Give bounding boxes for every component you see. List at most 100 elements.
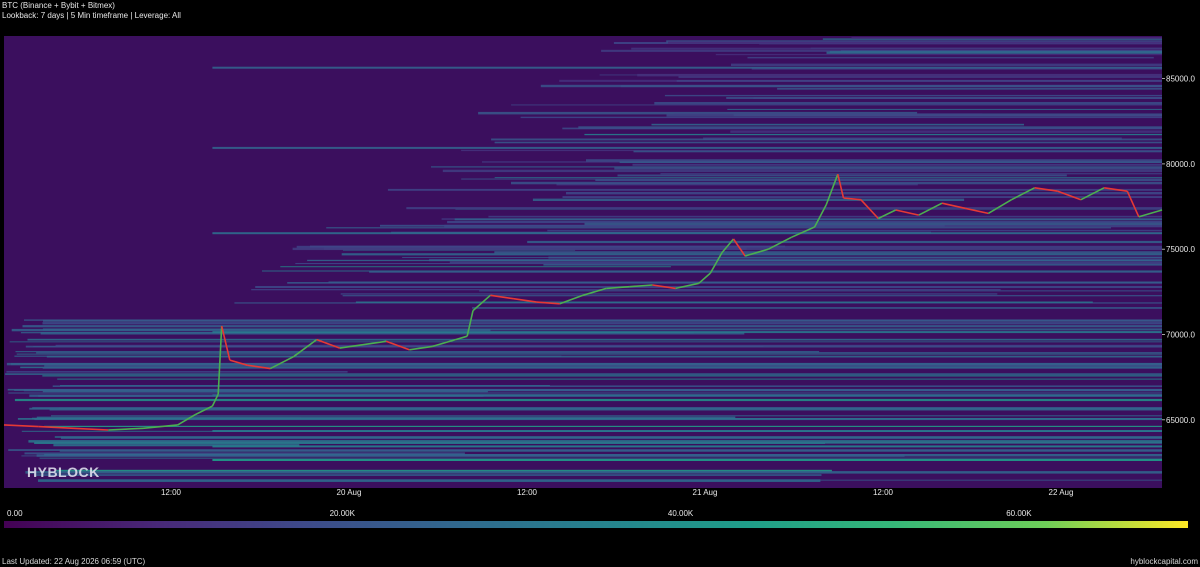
heatmap-band (584, 222, 1162, 225)
heatmap-band (310, 245, 786, 248)
heatmap-band (54, 436, 1162, 438)
heatmap-band (527, 240, 1162, 244)
heatmap-band (43, 319, 1162, 322)
heatmap-band (540, 84, 1162, 88)
heatmap-band (44, 425, 1163, 427)
heatmap-band (42, 367, 1163, 369)
heatmap-band (444, 224, 1162, 228)
heatmap-band (280, 266, 671, 268)
heatmap-band (28, 440, 1162, 443)
heatmap-band (25, 471, 1162, 474)
heatmap-band (494, 251, 1162, 254)
heatmap-band (251, 289, 1001, 291)
heatmap-band (29, 407, 1162, 410)
heatmap-band (727, 108, 1162, 110)
heatmap-band (511, 104, 1163, 106)
heatmap-band (461, 178, 1162, 180)
heatmap-band (8, 449, 1163, 451)
heatmap-band (511, 181, 1162, 185)
heatmap-band (14, 355, 562, 357)
colorbar-tick-label: 0.00 (7, 509, 23, 518)
y-tick-label: 75000.0 (1166, 245, 1195, 254)
heatmap-band (340, 293, 998, 295)
heatmap-band (42, 322, 1162, 325)
heatmap-band (212, 394, 1162, 397)
heatmap-band (494, 177, 1162, 179)
heatmap-band (49, 479, 1162, 481)
heatmap-band (632, 163, 1162, 166)
heatmap-band (491, 138, 1163, 141)
heatmap-band (851, 36, 1162, 39)
heatmap-band (654, 102, 1162, 105)
heatmap-band (715, 53, 1162, 56)
heatmap-band (255, 286, 1162, 288)
y-tick-label: 80000.0 (1166, 160, 1195, 169)
y-tick-label: 85000.0 (1166, 75, 1195, 84)
y-axis: 65000.0 70000.0 75000.0 80000.0 85000.0 (1162, 75, 1195, 425)
heatmap-band (406, 207, 1162, 210)
heatmap-band (8, 392, 1162, 394)
heatmap-band (633, 150, 1162, 153)
heatmap-band (726, 97, 1162, 99)
heatmap-band (730, 130, 1162, 133)
heatmap-band (6, 371, 348, 373)
heatmap-band (449, 261, 1162, 263)
heatmap-band (586, 159, 1162, 162)
heatmap-band (212, 445, 1162, 448)
x-tick-label: 20 Aug (337, 488, 362, 497)
heatmap-band (212, 331, 1162, 334)
heatmap-band (664, 94, 1162, 97)
heatmap-band (15, 351, 820, 353)
heatmap-band (292, 247, 1163, 251)
heatmap-band (212, 232, 1162, 235)
heatmap-band (562, 127, 1162, 130)
heatmap-band (307, 259, 1163, 262)
heatmap-band (479, 290, 1163, 292)
heatmap-band (402, 257, 1163, 258)
heatmap-band (36, 454, 905, 457)
heatmap-band (27, 338, 1162, 341)
heatmap-band (543, 264, 1162, 266)
heatmap-band (14, 398, 1162, 402)
heatmap-band (342, 295, 1163, 297)
heatmap-band (431, 166, 1162, 168)
liquidation-heatmap-chart[interactable]: HYBLOCK 65000.0 70000.0 75000.0 80000.0 8500… (0, 0, 1200, 567)
heatmap-band (668, 41, 1162, 44)
heatmap-band (212, 430, 1162, 432)
x-tick-label: 22 Aug (1049, 488, 1074, 497)
heatmap-band (6, 362, 1162, 366)
heatmap-band (651, 123, 1024, 126)
heatmap-band (36, 352, 1163, 354)
heatmap-band (55, 344, 1163, 347)
heatmap-band (631, 47, 1162, 50)
heatmap-band (11, 328, 491, 332)
heatmap-band (584, 133, 1162, 136)
x-tick-label: 12:00 (873, 488, 894, 497)
x-tick-label: 12:00 (517, 488, 538, 497)
site-link[interactable]: hyblockcapital.com (1130, 557, 1198, 567)
x-tick-label: 12:00 (161, 488, 182, 497)
colorbar-tick-label: 20.00K (330, 509, 356, 518)
heatmap-band (566, 192, 1162, 195)
colorbar-tick-label: 60.00K (1006, 509, 1032, 518)
heatmap-band (212, 459, 1162, 461)
x-tick-label: 21 Aug (693, 488, 718, 497)
heatmap-band (442, 169, 1162, 173)
x-axis: 12:00 20 Aug 12:00 21 Aug 12:00 22 Aug (161, 488, 1073, 497)
heatmap-band (747, 56, 1154, 59)
heatmap-band (42, 375, 1162, 377)
heatmap-band (5, 373, 1163, 375)
heatmap-band (212, 146, 1162, 149)
heatmap-band (520, 116, 1162, 119)
y-tick-label: 65000.0 (1166, 416, 1195, 425)
heatmap-band (532, 198, 965, 201)
heatmap-band (637, 73, 1162, 77)
heatmap-band (14, 389, 1163, 391)
heatmap-band (829, 51, 1162, 53)
colorbar-tick-label: 40.00K (668, 509, 694, 518)
heatmap-band (617, 174, 1067, 177)
heatmap-band (674, 113, 983, 115)
heatmap-band (57, 378, 1163, 380)
colorbar-gradient (4, 521, 1188, 528)
heatmap-band (472, 307, 1163, 309)
